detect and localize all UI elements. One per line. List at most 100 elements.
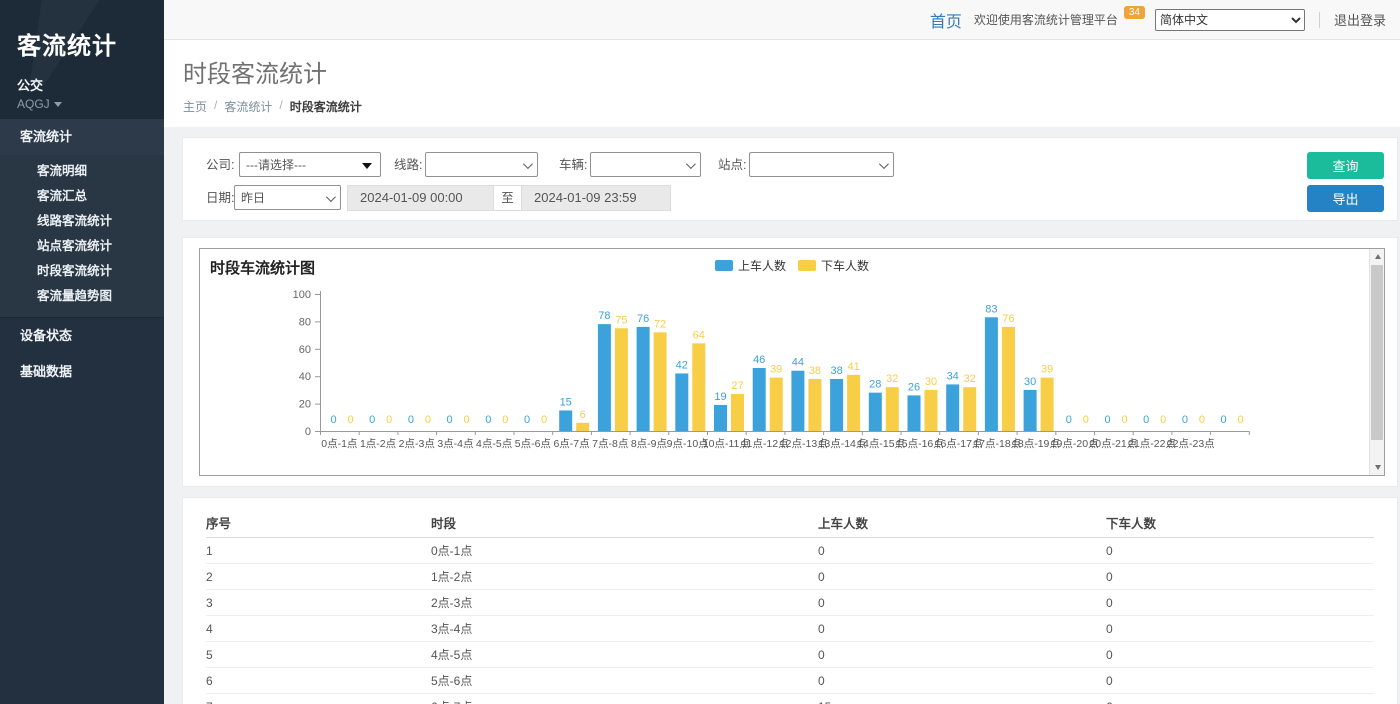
svg-text:0: 0: [1066, 414, 1072, 426]
table-cell: 2: [206, 570, 431, 584]
svg-text:6点-7点: 6点-7点: [553, 438, 589, 450]
org-name: 公交: [0, 61, 164, 94]
table-cell: 0点-1点: [431, 542, 818, 559]
logout-link[interactable]: 退出登录: [1334, 10, 1386, 29]
sidebar-subitem[interactable]: 客流汇总: [0, 184, 164, 209]
svg-text:40: 40: [299, 371, 311, 383]
company-select[interactable]: ---请选择---: [239, 152, 381, 177]
table-cell: 6: [206, 674, 431, 688]
triangle-down-icon: [362, 163, 372, 169]
table-row: 10点-1点00: [206, 538, 1374, 564]
date-preset-value: 昨日: [241, 189, 265, 206]
svg-text:44: 44: [792, 357, 804, 369]
table-cell: 3点-4点: [431, 620, 818, 637]
station-label: 站点:: [718, 152, 746, 178]
triangle-up-icon: [1375, 254, 1381, 259]
org-code-label: AQGJ: [17, 97, 50, 111]
scrollbar-up-button[interactable]: [1370, 249, 1385, 264]
svg-text:0: 0: [1143, 414, 1149, 426]
svg-text:32: 32: [886, 373, 898, 385]
svg-text:0: 0: [1199, 414, 1205, 426]
svg-text:0: 0: [305, 426, 311, 438]
breadcrumb-current: 时段客流统计: [290, 98, 362, 115]
column-header-period: 时段: [431, 513, 818, 532]
scrollbar-thumb[interactable]: [1371, 265, 1383, 440]
main-area: 首页 欢迎使用客流统计管理平台 34 简体中文 退出登录 时段客流统计 主页/ …: [164, 0, 1400, 704]
svg-text:0: 0: [369, 414, 375, 426]
query-button[interactable]: 查询: [1307, 152, 1384, 179]
table-cell: 5点-6点: [431, 672, 818, 689]
breadcrumb-separator: /: [214, 98, 217, 115]
table-cell: 0: [1106, 674, 1374, 688]
page-header: 时段客流统计 主页/ 客流统计/ 时段客流统计: [164, 40, 1400, 127]
date-preset-select[interactable]: 昨日: [234, 185, 341, 210]
column-header-alighting: 下车人数: [1106, 513, 1374, 532]
svg-text:26: 26: [908, 381, 920, 393]
svg-text:60: 60: [299, 344, 311, 356]
svg-text:3点-4点: 3点-4点: [437, 438, 473, 450]
company-label: 公司:: [206, 152, 234, 178]
svg-text:0: 0: [524, 414, 530, 426]
svg-text:6: 6: [580, 409, 586, 421]
column-header-index: 序号: [206, 513, 431, 532]
export-button[interactable]: 导出: [1307, 185, 1384, 212]
triangle-down-icon: [1375, 465, 1381, 470]
vehicle-select[interactable]: [590, 152, 701, 177]
chart-vertical-scrollbar[interactable]: [1369, 249, 1384, 475]
svg-text:80: 80: [299, 316, 311, 328]
org-code-dropdown[interactable]: AQGJ: [0, 94, 164, 111]
sidebar-item-base-data[interactable]: 基础数据: [0, 354, 164, 390]
svg-text:0: 0: [1238, 414, 1244, 426]
submenu-passenger-stats: 客流明细客流汇总线路客流统计站点客流统计时段客流统计客流量趋势图: [0, 155, 164, 317]
line-select[interactable]: [425, 152, 538, 177]
svg-text:20: 20: [299, 399, 311, 411]
breadcrumb-passenger-stats[interactable]: 客流统计: [224, 98, 272, 115]
home-link[interactable]: 首页: [930, 8, 962, 32]
language-select[interactable]: 简体中文: [1155, 9, 1305, 31]
sidebar-item-passenger-stats[interactable]: 客流统计: [0, 119, 164, 155]
content: 公司: ---请选择--- 线路: 车辆: 站点:: [164, 127, 1400, 704]
svg-text:0: 0: [1182, 414, 1188, 426]
chevron-down-icon: [686, 159, 696, 169]
sidebar-item-device-status[interactable]: 设备状态: [0, 318, 164, 354]
svg-text:0: 0: [1104, 414, 1110, 426]
sidebar-subitem[interactable]: 线路客流统计: [0, 209, 164, 234]
sidebar-subitem[interactable]: 站点客流统计: [0, 234, 164, 259]
table-cell: 0: [818, 570, 1106, 584]
table-row: 76点-7点156: [206, 694, 1374, 704]
chevron-down-icon: [879, 159, 889, 169]
breadcrumb-home[interactable]: 主页: [183, 98, 207, 115]
svg-text:27: 27: [731, 380, 743, 392]
table-cell: 3: [206, 596, 431, 610]
table-cell: 0: [818, 596, 1106, 610]
svg-text:0: 0: [1121, 414, 1127, 426]
svg-text:2点-3点: 2点-3点: [399, 438, 435, 450]
svg-text:42: 42: [676, 359, 688, 371]
svg-text:83: 83: [985, 303, 997, 315]
svg-text:100: 100: [293, 289, 311, 301]
date-start-input[interactable]: 2024-01-09 00:00: [347, 185, 494, 211]
table-cell: 6: [1106, 700, 1374, 704]
topbar: 首页 欢迎使用客流统计管理平台 34 简体中文 退出登录: [164, 0, 1400, 40]
svg-text:0: 0: [541, 414, 547, 426]
svg-text:0: 0: [1221, 414, 1227, 426]
table-cell: 5: [206, 648, 431, 662]
scrollbar-down-button[interactable]: [1370, 460, 1385, 475]
station-select[interactable]: [749, 152, 894, 177]
sidebar: 客流统计 公交 AQGJ 客流统计 客流明细客流汇总线路客流统计站点客流统计时段…: [0, 0, 164, 704]
topbar-divider: [1319, 12, 1320, 28]
table-cell: 7: [206, 700, 431, 704]
sidebar-subitem[interactable]: 客流量趋势图: [0, 284, 164, 309]
chart-box: 时段车流统计图 上车人数 下车人数 020406080100000点-1点001…: [199, 248, 1385, 476]
welcome-text: 欢迎使用客流统计管理平台: [974, 11, 1118, 28]
sidebar-subitem[interactable]: 客流明细: [0, 159, 164, 184]
vehicle-label: 车辆:: [559, 152, 587, 178]
table-cell: 6点-7点: [431, 698, 818, 704]
table-row: 43点-4点00: [206, 616, 1374, 642]
table-row: 54点-5点00: [206, 642, 1374, 668]
svg-text:28: 28: [869, 379, 881, 391]
date-end-input[interactable]: 2024-01-09 23:59: [521, 185, 671, 211]
sidebar-subitem[interactable]: 时段客流统计: [0, 259, 164, 284]
svg-text:0: 0: [464, 414, 470, 426]
svg-text:0: 0: [425, 414, 431, 426]
